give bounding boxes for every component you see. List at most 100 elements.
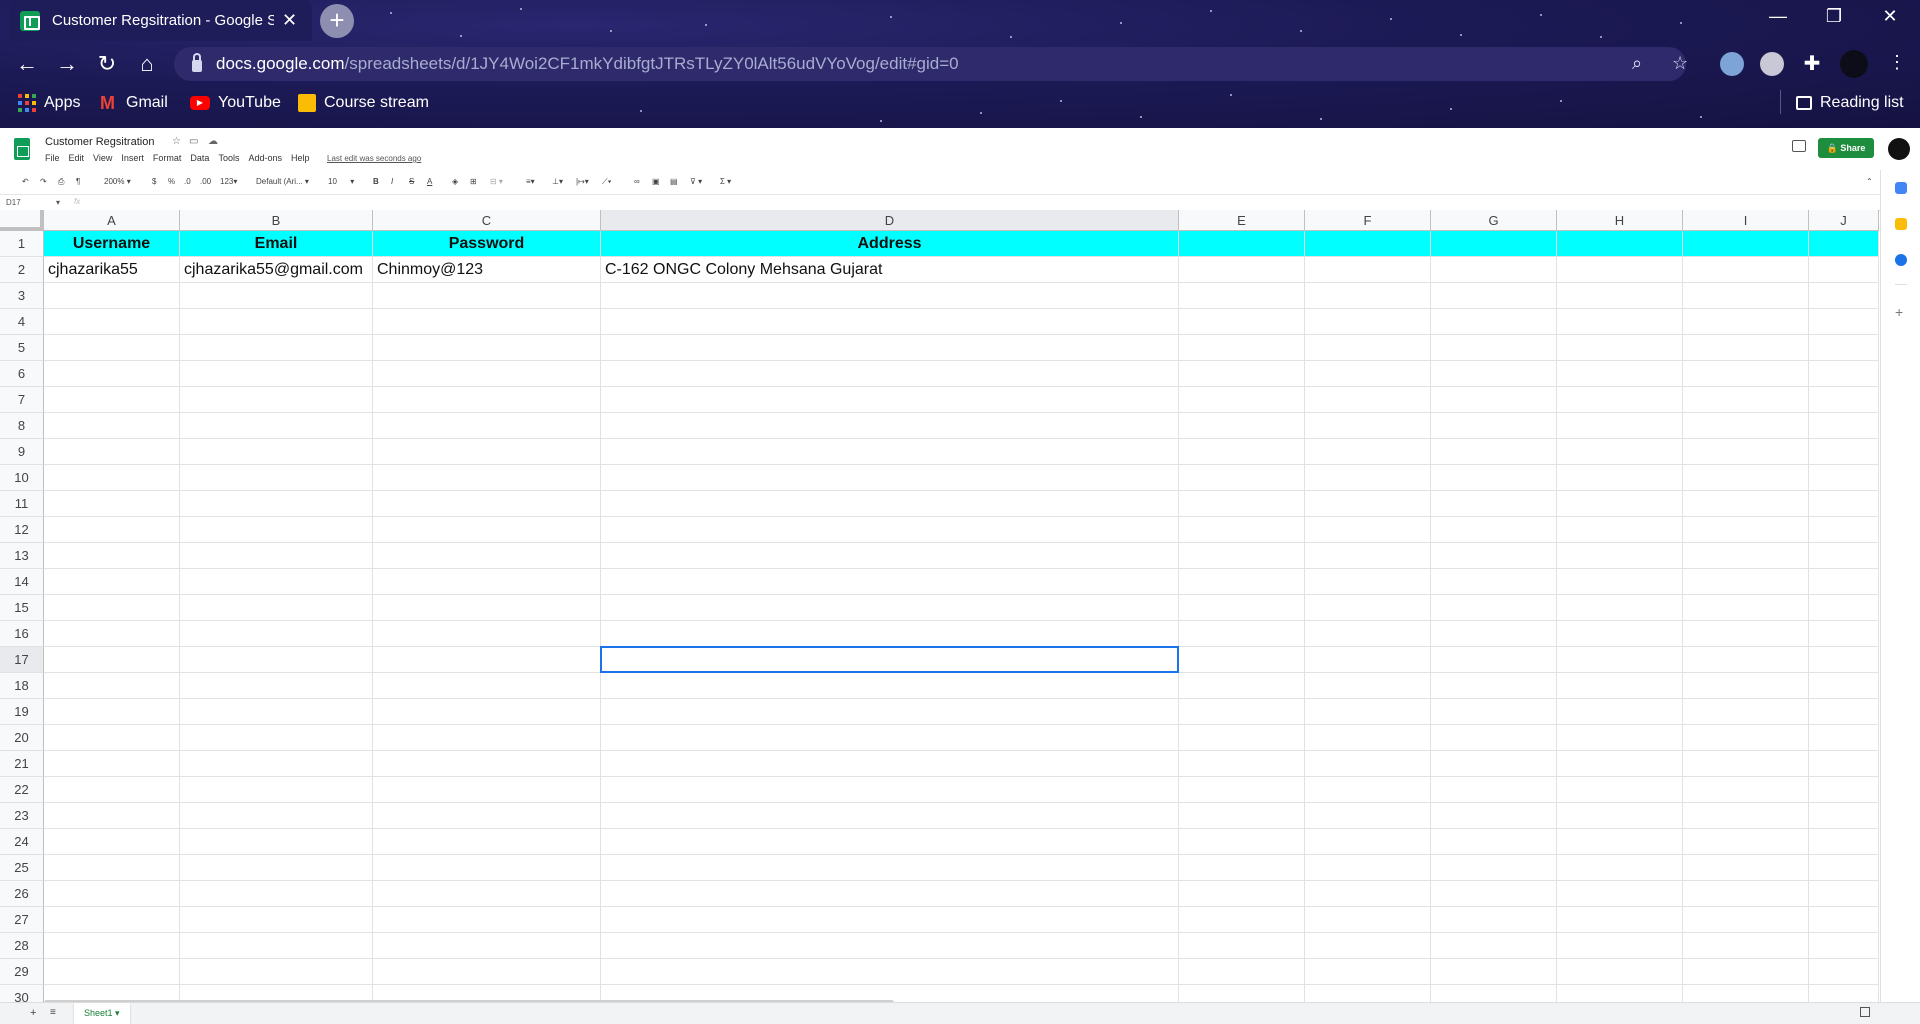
row-header-18[interactable]: 18 (0, 673, 44, 699)
cell-h4[interactable] (1557, 309, 1683, 335)
cell-j12[interactable] (1809, 517, 1879, 543)
cell-h25[interactable] (1557, 855, 1683, 881)
cell-e30[interactable] (1179, 985, 1305, 1002)
cell-a8[interactable] (44, 413, 180, 439)
cell-b12[interactable] (180, 517, 373, 543)
cell-e13[interactable] (1179, 543, 1305, 569)
cell-c10[interactable] (373, 465, 601, 491)
cell-f17[interactable] (1305, 647, 1431, 673)
bookmark-gmail[interactable]: M Gmail (100, 94, 168, 112)
column-header-d[interactable]: D (601, 210, 1179, 231)
cell-j16[interactable] (1809, 621, 1879, 647)
cell-j30[interactable] (1809, 985, 1879, 1002)
cell-c9[interactable] (373, 439, 601, 465)
cell-i13[interactable] (1683, 543, 1809, 569)
tasks-icon[interactable] (1895, 254, 1907, 266)
cell-g22[interactable] (1431, 777, 1557, 803)
cell-a10[interactable] (44, 465, 180, 491)
cell-g6[interactable] (1431, 361, 1557, 387)
cell-f8[interactable] (1305, 413, 1431, 439)
cell-f2[interactable] (1305, 257, 1431, 283)
menu-data[interactable]: Data (190, 153, 209, 163)
cell-f3[interactable] (1305, 283, 1431, 309)
cell-c5[interactable] (373, 335, 601, 361)
cell-g1[interactable] (1431, 231, 1557, 257)
cell-c14[interactable] (373, 569, 601, 595)
functions-button[interactable]: Σ ▾ (720, 177, 731, 186)
cell-a24[interactable] (44, 829, 180, 855)
cell-e20[interactable] (1179, 725, 1305, 751)
cell-a1[interactable]: Username (44, 231, 180, 257)
cell-f30[interactable] (1305, 985, 1431, 1002)
cell-g20[interactable] (1431, 725, 1557, 751)
cell-d25[interactable] (601, 855, 1179, 881)
cell-h23[interactable] (1557, 803, 1683, 829)
cell-e4[interactable] (1179, 309, 1305, 335)
cell-j22[interactable] (1809, 777, 1879, 803)
cell-i9[interactable] (1683, 439, 1809, 465)
cell-e1[interactable] (1179, 231, 1305, 257)
cell-e19[interactable] (1179, 699, 1305, 725)
cell-c27[interactable] (373, 907, 601, 933)
cell-h20[interactable] (1557, 725, 1683, 751)
cell-e14[interactable] (1179, 569, 1305, 595)
cell-h28[interactable] (1557, 933, 1683, 959)
menu-addons[interactable]: Add-ons (248, 153, 282, 163)
cell-i22[interactable] (1683, 777, 1809, 803)
cell-c22[interactable] (373, 777, 601, 803)
cell-j28[interactable] (1809, 933, 1879, 959)
column-header-e[interactable]: E (1179, 210, 1305, 231)
cell-c13[interactable] (373, 543, 601, 569)
cell-c4[interactable] (373, 309, 601, 335)
font-size-select[interactable]: 10 ▾ (328, 177, 354, 186)
cell-b27[interactable] (180, 907, 373, 933)
extension-icon[interactable] (1720, 52, 1744, 76)
cell-a28[interactable] (44, 933, 180, 959)
cell-h24[interactable] (1557, 829, 1683, 855)
column-header-f[interactable]: F (1305, 210, 1431, 231)
cell-f20[interactable] (1305, 725, 1431, 751)
cell-d6[interactable] (601, 361, 1179, 387)
cell-b13[interactable] (180, 543, 373, 569)
cell-d1[interactable]: Address (601, 231, 1179, 257)
cell-a9[interactable] (44, 439, 180, 465)
row-header-17[interactable]: 17 (0, 647, 44, 673)
cell-j4[interactable] (1809, 309, 1879, 335)
cell-c19[interactable] (373, 699, 601, 725)
cell-f23[interactable] (1305, 803, 1431, 829)
cell-e9[interactable] (1179, 439, 1305, 465)
cell-b16[interactable] (180, 621, 373, 647)
cell-d2[interactable]: C-162 ONGC Colony Mehsana Gujarat (601, 257, 1179, 283)
cell-i3[interactable] (1683, 283, 1809, 309)
cell-b17[interactable] (180, 647, 373, 673)
cell-h8[interactable] (1557, 413, 1683, 439)
cell-a6[interactable] (44, 361, 180, 387)
insert-chart-icon[interactable]: ▤ (670, 177, 678, 186)
cell-j26[interactable] (1809, 881, 1879, 907)
cell-b6[interactable] (180, 361, 373, 387)
cell-d28[interactable] (601, 933, 1179, 959)
cell-g8[interactable] (1431, 413, 1557, 439)
cell-j5[interactable] (1809, 335, 1879, 361)
menu-format[interactable]: Format (153, 153, 182, 163)
cell-j11[interactable] (1809, 491, 1879, 517)
cell-d5[interactable] (601, 335, 1179, 361)
cell-i28[interactable] (1683, 933, 1809, 959)
back-icon[interactable]: ← (12, 49, 42, 79)
cell-g11[interactable] (1431, 491, 1557, 517)
italic-button[interactable]: I (391, 177, 393, 186)
cell-i27[interactable] (1683, 907, 1809, 933)
row-header-4[interactable]: 4 (0, 309, 44, 335)
column-header-g[interactable]: G (1431, 210, 1557, 231)
cell-c3[interactable] (373, 283, 601, 309)
get-addons-icon[interactable]: + (1895, 304, 1903, 320)
explore-icon[interactable] (1860, 1007, 1870, 1017)
cell-j14[interactable] (1809, 569, 1879, 595)
cell-f25[interactable] (1305, 855, 1431, 881)
cell-e8[interactable] (1179, 413, 1305, 439)
cell-a14[interactable] (44, 569, 180, 595)
cell-b22[interactable] (180, 777, 373, 803)
row-header-28[interactable]: 28 (0, 933, 44, 959)
cell-b3[interactable] (180, 283, 373, 309)
cell-e22[interactable] (1179, 777, 1305, 803)
